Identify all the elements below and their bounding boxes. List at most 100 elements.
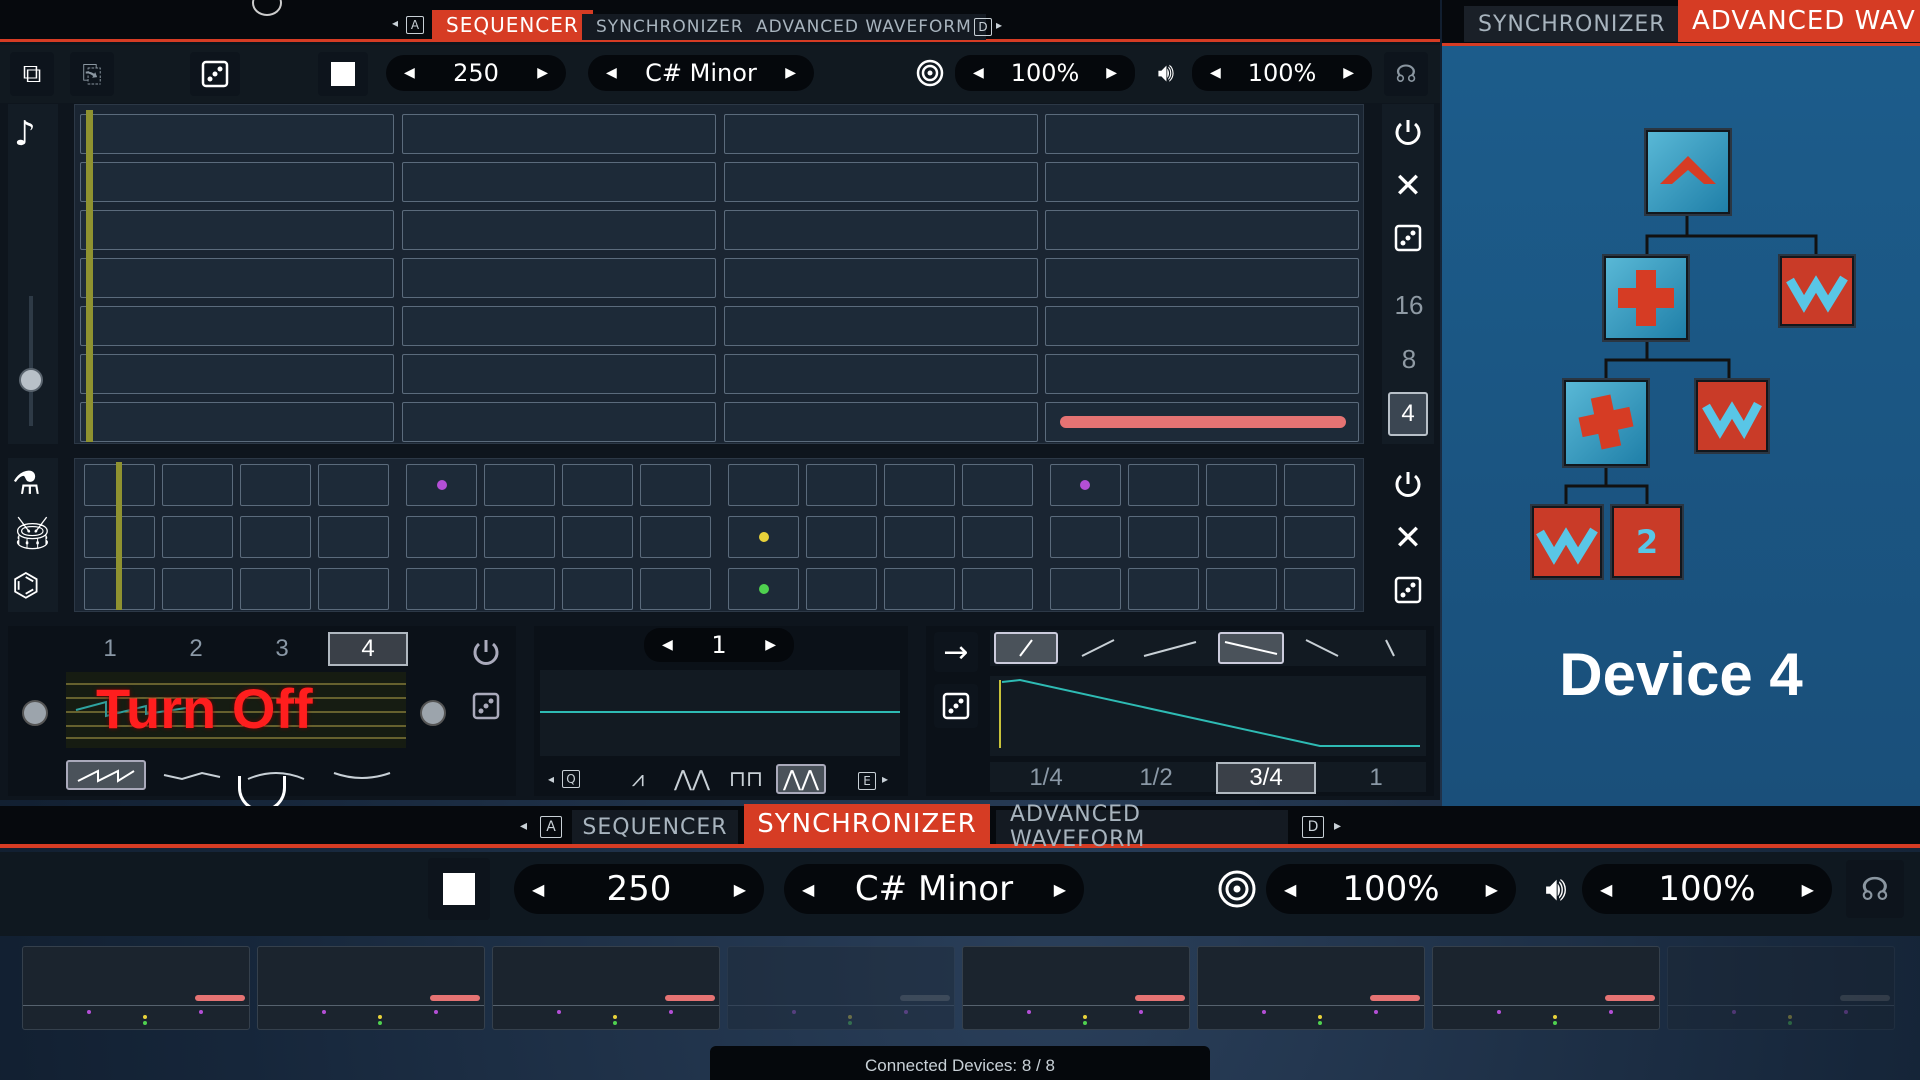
lfo-next-arrow[interactable]: ▸ <box>882 772 888 786</box>
module-number-icon[interactable]: 2 <box>1612 506 1682 578</box>
bottom-tempo-decrease[interactable]: ◀ <box>514 880 562 899</box>
piano-roll-cell[interactable] <box>1045 162 1359 202</box>
scale-prev[interactable]: ◀ <box>588 65 635 81</box>
target-icon[interactable] <box>912 55 948 91</box>
drum-step-cell[interactable] <box>884 464 955 506</box>
dice-icon[interactable] <box>190 52 240 96</box>
drum-step-cell[interactable] <box>562 568 633 610</box>
piano-roll-cell[interactable] <box>80 210 394 250</box>
decay-shape-1[interactable] <box>1218 632 1284 664</box>
piano-roll-cell[interactable] <box>1045 210 1359 250</box>
module-wave-icon-2[interactable] <box>1696 380 1768 452</box>
drum-step-cell[interactable] <box>1284 516 1355 558</box>
piano-roll-cell[interactable] <box>724 162 1038 202</box>
bottom-volume-decrease[interactable]: ◀ <box>1582 880 1630 899</box>
device-card[interactable] <box>22 946 250 1030</box>
drum-dice-icon[interactable] <box>1388 570 1428 610</box>
drum-step-green[interactable] <box>759 584 769 594</box>
note-bar[interactable] <box>1060 416 1346 428</box>
dice-icon-right[interactable] <box>1388 218 1428 258</box>
lfo-wave-4[interactable]: ⋀⋀ <box>776 764 826 794</box>
octave-4[interactable]: 4 <box>1388 392 1428 436</box>
step-wave-2[interactable] <box>156 760 228 790</box>
drum-step-cell[interactable] <box>640 516 711 558</box>
tab-next-arrow[interactable]: ▸ <box>996 18 1002 32</box>
piano-roll-cell[interactable] <box>724 114 1038 154</box>
step-wave-4[interactable] <box>326 760 398 790</box>
piano-roll-cell[interactable] <box>80 402 394 442</box>
piano-roll-cell[interactable] <box>724 258 1038 298</box>
target-decrease[interactable]: ◀ <box>955 65 1002 81</box>
device-card[interactable] <box>1667 946 1895 1030</box>
music-note-icon[interactable]: ♪ <box>14 114 36 154</box>
drum-step-cell[interactable] <box>806 568 877 610</box>
lfo-prev-arrow[interactable]: ◂ <box>548 772 554 786</box>
drum-step-cell[interactable] <box>962 568 1033 610</box>
step-slider-right[interactable] <box>420 700 446 726</box>
piano-roll-cell[interactable] <box>1045 258 1359 298</box>
drum-step-cell[interactable] <box>162 568 233 610</box>
octave-16[interactable]: 16 <box>1392 290 1426 321</box>
copy-icon[interactable]: ⧉ <box>10 52 54 96</box>
tempo-decrease[interactable]: ◀ <box>386 65 433 81</box>
drum-step-cell[interactable] <box>884 568 955 610</box>
step-division-tab[interactable]: 2 <box>156 632 236 666</box>
piano-roll-cell[interactable] <box>724 210 1038 250</box>
lfo-wave-1[interactable]: ⩘ <box>616 764 660 794</box>
arrow-right-icon[interactable]: → <box>934 632 978 672</box>
step-division-tab[interactable]: 1 <box>70 632 150 666</box>
module-wave-icon-1[interactable] <box>1780 256 1854 326</box>
bottom-tab-prev-arrow[interactable]: ◂ <box>520 818 527 834</box>
fraction-tab[interactable]: 3/4 <box>1216 762 1316 794</box>
device-card[interactable] <box>492 946 720 1030</box>
drum-step-cell[interactable] <box>406 516 477 558</box>
drum-step-cell[interactable] <box>1206 516 1277 558</box>
lfo-decrease[interactable]: ◀ <box>644 637 691 653</box>
step-slider-left[interactable] <box>22 700 48 726</box>
drum-step-cell[interactable] <box>1050 568 1121 610</box>
bottom-stop-button[interactable] <box>428 858 490 920</box>
piano-roll-cell[interactable] <box>724 354 1038 394</box>
fraction-tab[interactable]: 1 <box>1326 762 1426 794</box>
tab-synchronizer[interactable]: SYNCHRONIZER <box>582 14 758 40</box>
piano-roll-cell[interactable] <box>1045 114 1359 154</box>
device-card[interactable] <box>1197 946 1425 1030</box>
drum-power-icon[interactable] <box>1388 464 1428 504</box>
tab-sequencer[interactable]: SEQUENCER <box>432 10 593 40</box>
volume-decrease[interactable]: ◀ <box>1192 65 1239 81</box>
drum-step-cell[interactable] <box>240 516 311 558</box>
lfo-wave-2[interactable]: ⋀⋀ <box>670 764 714 794</box>
drum-step-cell[interactable] <box>884 516 955 558</box>
tab-prev-arrow[interactable]: ◂ <box>392 16 398 30</box>
bottom-scale-prev[interactable]: ◀ <box>784 880 832 899</box>
drum-step-cell[interactable] <box>484 464 555 506</box>
tempo-increase[interactable]: ▶ <box>519 65 566 81</box>
drum-step-cell[interactable] <box>318 568 389 610</box>
hihat-icon[interactable]: ⌬ <box>12 566 40 604</box>
listen-icon[interactable]: ☊ <box>1384 52 1428 96</box>
stop-button[interactable] <box>318 52 368 96</box>
drum-step-cell[interactable] <box>728 464 799 506</box>
device-card[interactable] <box>1432 946 1660 1030</box>
drum-step-yellow[interactable] <box>759 532 769 542</box>
piano-roll-cell[interactable] <box>402 258 716 298</box>
module-root-icon[interactable] <box>1646 130 1730 214</box>
drum-step-cell[interactable] <box>806 464 877 506</box>
bottom-tempo-increase[interactable]: ▶ <box>716 880 764 899</box>
fraction-tab[interactable]: 1/4 <box>996 762 1096 794</box>
drum-step-cell[interactable] <box>1284 568 1355 610</box>
bottom-volume-increase[interactable]: ▶ <box>1784 880 1832 899</box>
piano-roll-cell[interactable] <box>80 354 394 394</box>
close-icon[interactable]: ✕ <box>1388 166 1428 206</box>
target-increase[interactable]: ▶ <box>1088 65 1135 81</box>
piano-roll-cell[interactable] <box>80 306 394 346</box>
power-icon[interactable] <box>1388 112 1428 152</box>
drum-step-cell[interactable] <box>562 516 633 558</box>
device-card[interactable] <box>257 946 485 1030</box>
envelope-dice-icon[interactable] <box>934 684 978 728</box>
step-division-tab[interactable]: 4 <box>328 632 408 666</box>
octave-8[interactable]: 8 <box>1392 344 1426 375</box>
piano-roll-cell[interactable] <box>402 210 716 250</box>
vertical-slider-handle[interactable] <box>19 368 43 392</box>
module-cross-icon-1[interactable] <box>1604 256 1688 340</box>
